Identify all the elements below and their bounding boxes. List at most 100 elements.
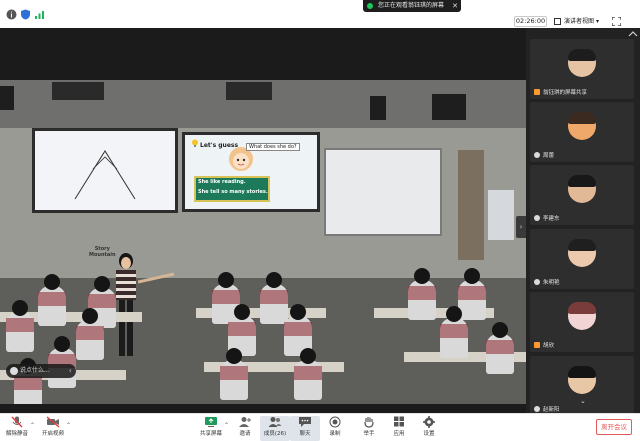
- participant-tile[interactable]: 李建东: [530, 165, 634, 225]
- record-label: 录制: [329, 431, 341, 437]
- chat-icon: [299, 417, 311, 427]
- lightbulb-icon: [192, 139, 198, 147]
- speaker: [370, 96, 386, 120]
- view-label: 演讲者视图: [564, 18, 595, 25]
- classroom-video: Story Mountain Let's guess What does she…: [0, 80, 526, 404]
- info-icon[interactable]: [6, 9, 17, 20]
- members-label: 成员(26): [263, 431, 287, 437]
- participant-tile[interactable]: 翁钰琪的屏幕共享: [530, 39, 634, 99]
- screen-share-banner: 您正在观看翁钰琪的屏幕 ✕: [363, 0, 461, 12]
- avatar: [568, 302, 596, 330]
- avatar: [568, 366, 596, 394]
- apps-grid-icon: [394, 416, 404, 427]
- student: [408, 268, 436, 320]
- participant-tile[interactable]: 胡欣: [530, 292, 634, 352]
- settings-label: 设置: [423, 431, 435, 437]
- participant-tile[interactable]: 朱明艳: [530, 229, 634, 289]
- microphone-icon: [534, 152, 540, 158]
- participant-name-text: 翁钰琪的屏幕共享: [543, 90, 588, 96]
- participant-name-text: 朱明艳: [543, 280, 560, 286]
- left-whiteboard-screen: [32, 128, 178, 213]
- avatar-hair: [568, 366, 596, 378]
- leave-meeting-button[interactable]: 离开会议: [596, 419, 632, 435]
- student: [76, 308, 104, 360]
- bottom-toolbar: 解除静音 ⌃ 开启视频 ⌃ 共享屏幕 ⌃ 邀请 成员(26) 聊天 录制 举手 …: [0, 413, 640, 441]
- avatar-hair: [568, 49, 596, 61]
- participant-name: 赵新阳: [534, 405, 560, 413]
- participant-name: 胡欣: [534, 341, 554, 349]
- record-icon: [329, 416, 341, 428]
- shared-screen-stage: Story Mountain Let's guess What does she…: [0, 28, 526, 413]
- avatar: [568, 175, 596, 203]
- student: [486, 322, 514, 374]
- raise-hand-button[interactable]: 举手: [354, 416, 384, 441]
- chat-input-pill[interactable]: 说点什么... ‹: [6, 364, 76, 378]
- members-icon: [268, 417, 282, 427]
- chat-placeholder: 说点什么...: [20, 367, 50, 374]
- speaker-view-button[interactable]: 演讲者视图 ▾: [554, 16, 599, 27]
- scroll-down-icon[interactable]: ⌄: [580, 397, 586, 405]
- chat-label: 聊天: [299, 431, 311, 437]
- avatar-hair: [568, 175, 596, 187]
- share-screen-label: 共享屏幕: [199, 431, 222, 437]
- microphone-icon: [534, 279, 540, 285]
- participant-tile[interactable]: 赵新阳: [530, 356, 634, 416]
- camera-off-icon: [46, 416, 60, 428]
- raise-hand-label: 举手: [363, 431, 375, 437]
- teacher-figure: [116, 253, 136, 356]
- share-screen-button[interactable]: 共享屏幕: [196, 416, 226, 441]
- sharing-status-dot: [367, 3, 373, 9]
- chat-button[interactable]: 聊天: [290, 416, 320, 441]
- chevron-up-icon[interactable]: [628, 30, 638, 38]
- lesson-question: What does she do?: [246, 143, 300, 151]
- avatar-hair: [568, 302, 596, 314]
- record-button[interactable]: 录制: [320, 416, 350, 441]
- avatar: [568, 112, 596, 140]
- participant-name: 李建东: [534, 214, 560, 222]
- members-button[interactable]: 成员(26): [260, 416, 290, 441]
- unmute-label: 解除静音: [5, 431, 28, 437]
- settings-button[interactable]: 设置: [414, 416, 444, 441]
- participant-tile[interactable]: 周蕾: [530, 102, 634, 162]
- microphone-icon: [534, 406, 540, 412]
- start-video-button[interactable]: 开启视频: [38, 416, 68, 441]
- student: [220, 348, 248, 400]
- shield-icon[interactable]: [20, 9, 31, 20]
- participant-name: 朱明艳: [534, 278, 560, 286]
- chevron-up-icon[interactable]: ⌃: [224, 422, 229, 429]
- participant-name-text: 李建东: [543, 216, 560, 222]
- chevron-left-icon[interactable]: ‹: [69, 364, 72, 378]
- avatar: [568, 49, 596, 77]
- participant-name-text: 胡欣: [543, 343, 555, 349]
- host-badge-icon: [534, 342, 540, 348]
- unmute-button[interactable]: 解除静音: [2, 416, 32, 441]
- classroom-door: [458, 150, 484, 260]
- lesson-line-1: She like reading.: [198, 179, 246, 185]
- participant-name: 周蕾: [534, 151, 554, 159]
- invite-button[interactable]: 邀请: [230, 416, 260, 441]
- projector: [226, 82, 272, 100]
- grid-icon: [554, 18, 561, 25]
- collapse-sidebar-handle[interactable]: ›: [516, 216, 526, 238]
- share-screen-icon: [205, 417, 217, 427]
- avatar: [568, 239, 596, 267]
- add-person-icon: [239, 417, 251, 427]
- apps-button[interactable]: 应用: [384, 416, 414, 441]
- fullscreen-icon[interactable]: [612, 17, 621, 26]
- student: [440, 306, 468, 358]
- meeting-timer: 02:26:00: [514, 16, 547, 27]
- student: [458, 268, 486, 320]
- share-banner-text: 您正在观看翁钰琪的屏幕: [378, 2, 445, 9]
- avatar-hair: [568, 112, 596, 124]
- speaker: [0, 86, 14, 110]
- speaker: [432, 94, 466, 120]
- close-icon[interactable]: ✕: [452, 0, 458, 12]
- signal-icon[interactable]: [34, 9, 45, 20]
- chevron-up-icon[interactable]: ⌃: [66, 422, 71, 429]
- participant-name: 翁钰琪的屏幕共享: [534, 88, 587, 96]
- avatar-hair: [568, 239, 596, 251]
- student: [260, 272, 288, 324]
- start-video-label: 开启视频: [41, 431, 64, 437]
- chevron-up-icon[interactable]: ⌃: [30, 422, 35, 429]
- top-bar: 您正在观看翁钰琪的屏幕 ✕ 02:26:00 演讲者视图 ▾: [0, 0, 640, 28]
